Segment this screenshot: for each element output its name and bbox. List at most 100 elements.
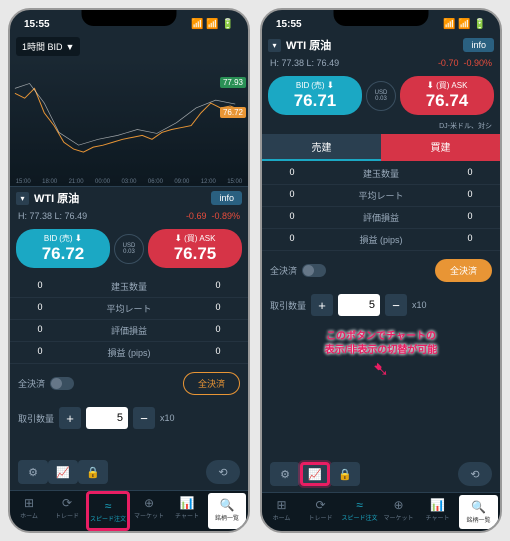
chart-candles	[10, 59, 248, 184]
ask-price: 76.74	[408, 91, 486, 111]
ask-button[interactable]: ⬇ (買) ASK 76.75	[148, 229, 242, 268]
positions-table: 0建玉数量0 0平均レート0 0評価損益0 0損益 (pips)0	[10, 274, 248, 366]
status-icons: 📶 📶 🔋	[191, 19, 234, 30]
change: -0.69 -0.89%	[186, 211, 240, 221]
annotation-arrow: ➷	[262, 364, 500, 376]
tab-market[interactable]: ⊕マーケット	[379, 493, 418, 531]
rotate-icon: ⟲	[470, 468, 479, 481]
notch	[334, 10, 429, 26]
pair-info: DJ-米ドル、対シ	[262, 121, 500, 134]
tab-chart[interactable]: 📊チャート	[418, 493, 457, 531]
tab-speed-order[interactable]: ≈スピード注文	[340, 493, 379, 531]
rotate-button[interactable]: ⟲	[206, 460, 240, 484]
chart-time-axis: 15:0018:0021:0000:0003:0006:0009:0012:00…	[10, 179, 248, 185]
home-icon: ⊞	[263, 498, 300, 512]
ask-button[interactable]: ⬇ (買) ASK 76.74	[400, 76, 494, 115]
tab-home[interactable]: ⊞ホーム	[262, 493, 301, 531]
arrow-down-icon: ⬇	[327, 80, 335, 91]
bid-button[interactable]: BID (売) ⬇ 76.71	[268, 76, 362, 115]
rotate-icon: ⟲	[218, 466, 227, 479]
chart-icon: 📈	[308, 468, 322, 481]
tab-list[interactable]: 🔍銘柄一覧	[459, 495, 498, 529]
speed-icon: ≈	[90, 499, 126, 513]
lock-button[interactable]: 🔒	[78, 460, 108, 484]
tab-chart[interactable]: 📊チャート	[168, 491, 206, 531]
qty-input[interactable]	[338, 294, 380, 316]
settle-toggle[interactable]	[50, 377, 74, 390]
market-icon: ⊕	[380, 498, 417, 512]
chart-icon: 📊	[419, 498, 456, 512]
settle-all-button[interactable]: 全決済	[435, 259, 492, 282]
gear-icon: ⚙	[28, 466, 38, 479]
market-icon: ⊕	[131, 496, 167, 510]
high-low: H: 77.38 L: 76.49	[18, 211, 87, 221]
spread-circle: USD0.03	[114, 234, 144, 264]
settle-all-label: 全決済	[270, 264, 326, 277]
change: -0.70 -0.90%	[438, 58, 492, 68]
qty-multiplier: x10	[412, 300, 427, 310]
spread-circle: USD0.03	[366, 81, 396, 111]
qty-label: 取引数量	[18, 412, 54, 425]
qty-multiplier: x10	[160, 413, 175, 423]
chart-toggle-button[interactable]: 📈	[300, 462, 330, 486]
search-icon: 🔍	[460, 500, 497, 514]
qty-plus-button[interactable]: +	[311, 294, 333, 316]
tab-buy[interactable]: 買建	[381, 134, 500, 161]
rotate-button[interactable]: ⟲	[458, 462, 492, 486]
ticker-name: WTI 原油	[286, 37, 458, 53]
lock-icon: 🔒	[338, 468, 352, 481]
ticker-dropdown[interactable]: ▾	[268, 39, 281, 52]
bid-button[interactable]: BID (売) ⬇ 76.72	[16, 229, 110, 268]
tab-trade[interactable]: ⟳トレード	[301, 493, 340, 531]
tab-trade[interactable]: ⟳トレード	[48, 491, 86, 531]
qty-label: 取引数量	[270, 299, 306, 312]
arrow-down-icon: ⬇	[427, 80, 435, 91]
tab-market[interactable]: ⊕マーケット	[130, 491, 168, 531]
status-time: 15:55	[24, 19, 50, 30]
status-icons: 📶 📶 🔋	[443, 19, 486, 30]
phone-left: 15:55 📶 📶 🔋 1時間 BID ▼ 77.93 76.72 15:001…	[8, 8, 250, 533]
qty-minus-button[interactable]: −	[385, 294, 407, 316]
tab-speed-order[interactable]: ≈スピード注文	[86, 491, 130, 531]
positions-table: 0建玉数量0 0平均レート0 0評価損益0 0損益 (pips)0	[262, 161, 500, 253]
chevron-down-icon: ▼	[66, 42, 75, 52]
tab-list[interactable]: 🔍銘柄一覧	[208, 493, 246, 529]
speed-icon: ≈	[341, 498, 378, 512]
high-low: H: 77.38 L: 76.49	[270, 58, 339, 68]
chart-price-current: 76.72	[220, 107, 246, 118]
search-icon: 🔍	[209, 498, 245, 512]
chart-toggle-button[interactable]: 📈	[48, 460, 78, 484]
settings-button[interactable]: ⚙	[18, 460, 48, 484]
ticker-dropdown[interactable]: ▾	[16, 192, 29, 205]
chart-icon: 📊	[169, 496, 205, 510]
refresh-icon: ⟳	[49, 496, 85, 510]
settings-button[interactable]: ⚙	[270, 462, 300, 486]
timeframe-select[interactable]: 1時間 BID ▼	[16, 37, 80, 56]
tab-sell[interactable]: 売建	[262, 134, 381, 161]
chart-price-high: 77.93	[220, 77, 246, 88]
tab-home[interactable]: ⊞ホーム	[10, 491, 48, 531]
phone-right: 15:55 📶 📶 🔋 ▾ WTI 原油 info H: 77.38 L: 76…	[260, 8, 502, 533]
lock-button[interactable]: 🔒	[330, 462, 360, 486]
settle-toggle[interactable]	[302, 264, 326, 277]
info-button[interactable]: info	[211, 191, 242, 205]
chart-icon: 📈	[56, 466, 70, 479]
refresh-icon: ⟳	[302, 498, 339, 512]
settle-all-button[interactable]: 全決済	[183, 372, 240, 395]
status-time: 15:55	[276, 19, 302, 30]
notch	[82, 10, 177, 26]
info-button[interactable]: info	[463, 38, 494, 52]
qty-input[interactable]	[86, 407, 128, 429]
home-icon: ⊞	[11, 496, 47, 510]
tab-bar: ⊞ホーム ⟳トレード ≈スピード注文 ⊕マーケット 📊チャート 🔍銘柄一覧	[262, 492, 500, 531]
bid-price: 76.71	[276, 91, 354, 111]
ask-price: 76.75	[156, 244, 234, 264]
tab-bar: ⊞ホーム ⟳トレード ≈スピード注文 ⊕マーケット 📊チャート 🔍銘柄一覧	[10, 490, 248, 531]
qty-minus-button[interactable]: −	[133, 407, 155, 429]
ticker-name: WTI 原油	[34, 190, 206, 206]
price-chart[interactable]: 77.93 76.72 15:0018:0021:0000:0003:0006:…	[10, 59, 248, 187]
settle-all-label: 全決済	[18, 377, 74, 390]
arrow-down-icon: ⬇	[175, 233, 183, 244]
lock-icon: 🔒	[86, 466, 100, 479]
qty-plus-button[interactable]: +	[59, 407, 81, 429]
